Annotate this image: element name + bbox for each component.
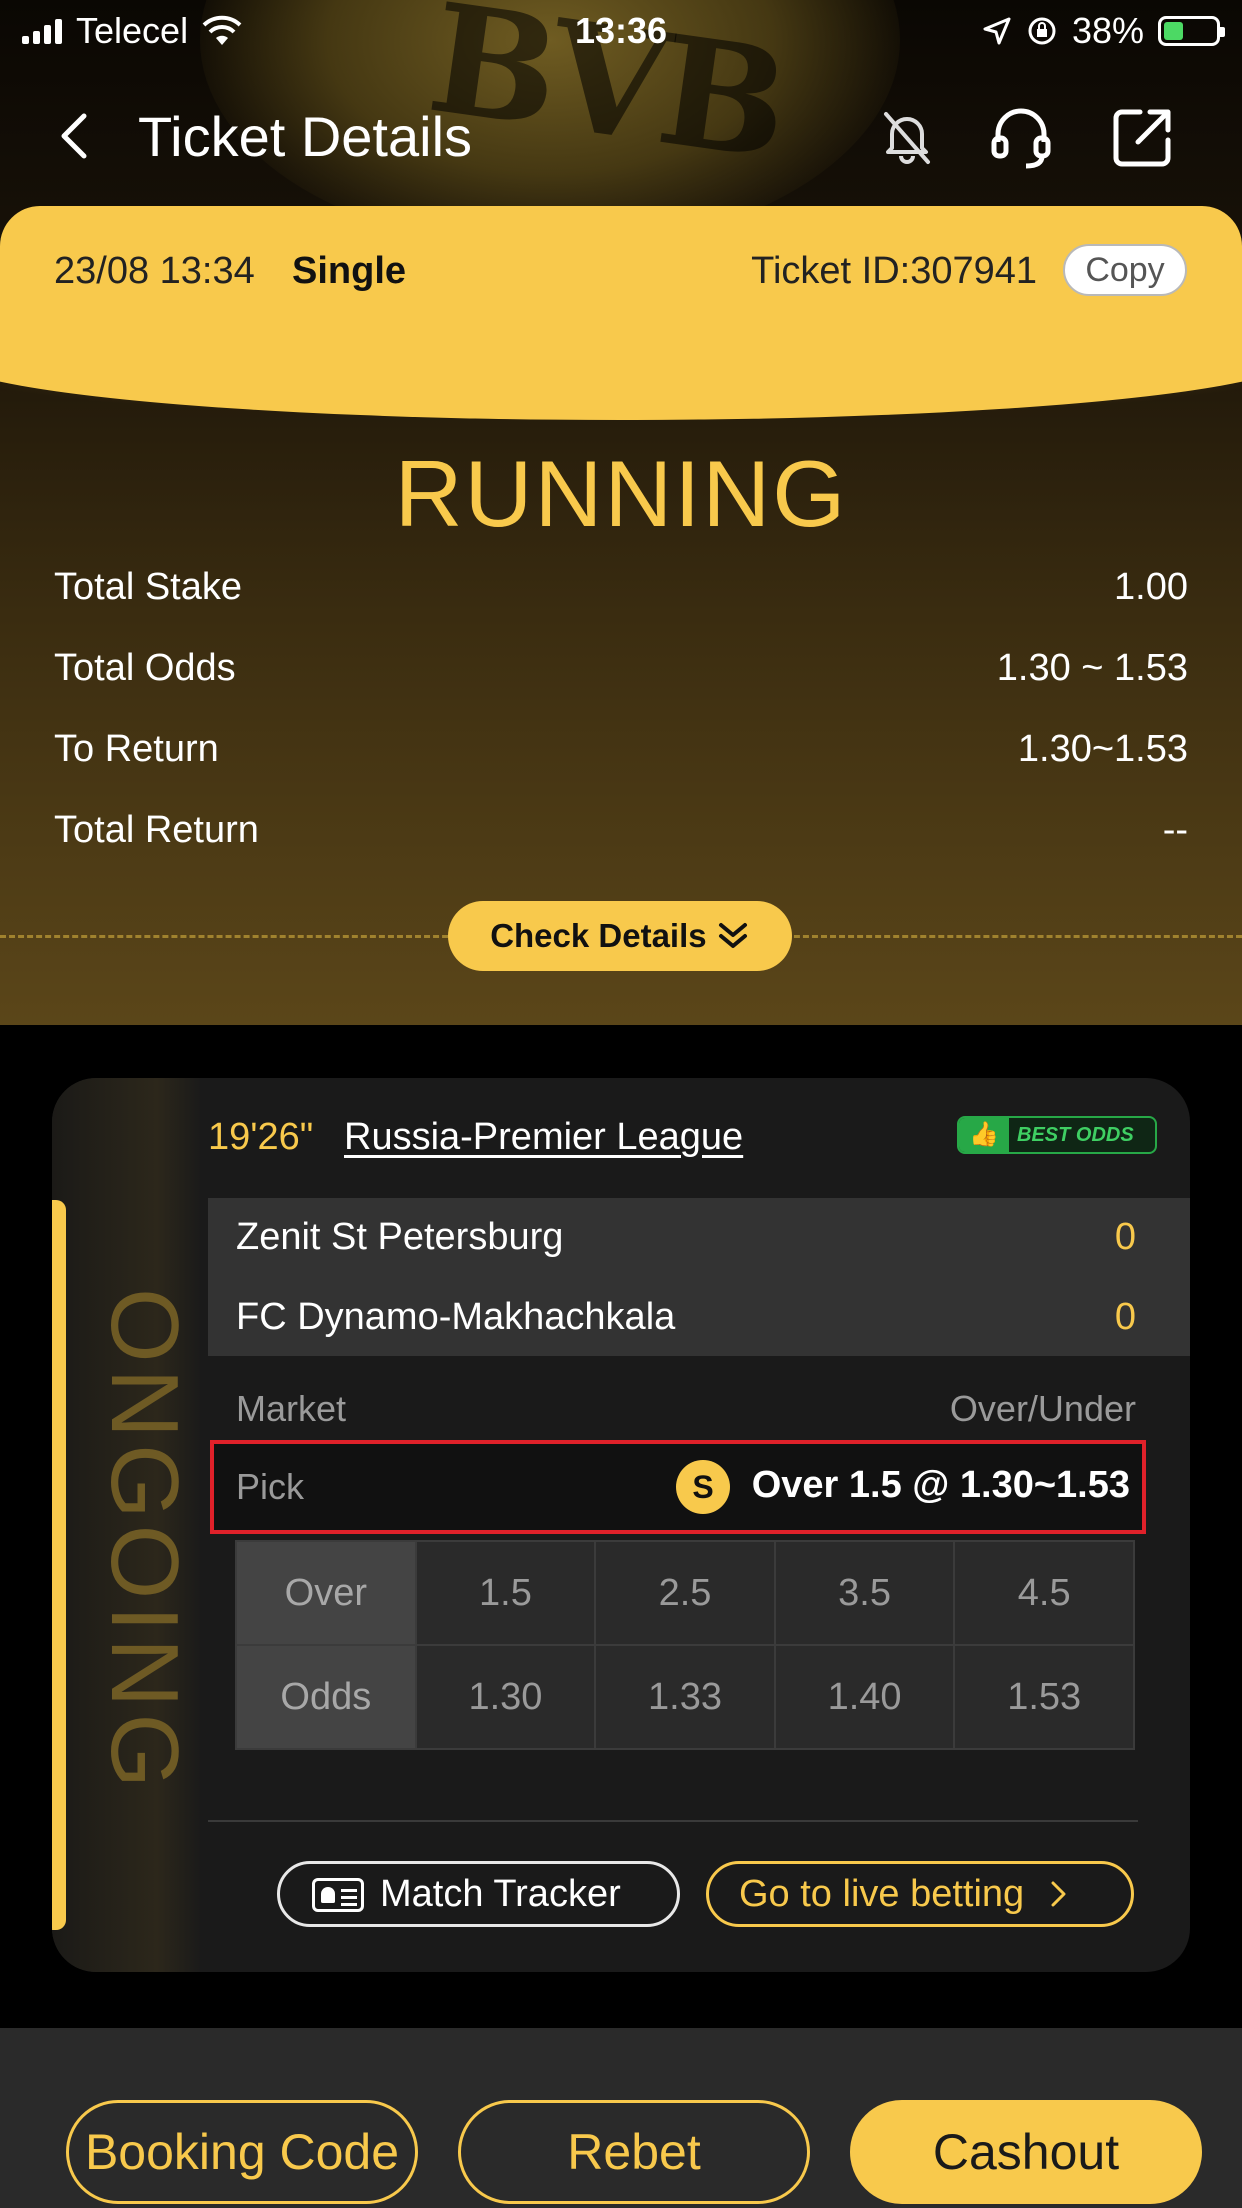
summary-row-total-odds: Total Odds 1.30 ~ 1.53 xyxy=(54,647,1188,707)
market-value: Over/Under xyxy=(949,1388,1136,1429)
location-icon xyxy=(983,17,1011,45)
check-details-button[interactable]: Check Details xyxy=(448,901,792,971)
status-right: 38% xyxy=(982,10,1225,52)
pick-label: Pick xyxy=(236,1466,305,1507)
rotation-lock-icon xyxy=(1028,17,1056,45)
table-cell: Over xyxy=(235,1540,417,1646)
team-name: Zenit St Petersburg xyxy=(236,1216,564,1258)
live-betting-button[interactable]: Go to live betting xyxy=(706,1861,1134,1927)
match-tracker-button[interactable]: Match Tracker xyxy=(277,1861,680,1927)
summary-row-to-return: To Return 1.30~1.53 xyxy=(54,728,1188,788)
teams-panel: Zenit St Petersburg 0 FC Dynamo-Makhachk… xyxy=(208,1198,1190,1356)
ticket-type: Single xyxy=(292,250,407,292)
battery-percent: 38% xyxy=(1071,10,1144,51)
match-tracker-label: Match Tracker xyxy=(380,1873,621,1915)
id-card-icon xyxy=(312,1878,364,1912)
check-details-label: Check Details xyxy=(490,917,707,954)
headset-icon[interactable] xyxy=(986,102,1056,172)
table-row: Over 1.5 2.5 3.5 4.5 xyxy=(235,1540,1135,1646)
pick-row: Pick S Over 1.5 @ 1.30~1.53 xyxy=(210,1440,1146,1534)
table-row: Odds 1.30 1.33 1.40 1.53 xyxy=(235,1644,1135,1750)
thumbs-up-icon: 👍 xyxy=(959,1118,1009,1152)
summary-label: Total Stake xyxy=(54,566,242,608)
summary-row-total-return: Total Return -- xyxy=(54,809,1188,869)
ticket-date: 23/08 13:34 xyxy=(54,250,255,292)
team-row-home: Zenit St Petersburg 0 xyxy=(236,1216,1136,1259)
bell-off-icon[interactable] xyxy=(872,102,942,172)
table-cell: 2.5 xyxy=(594,1540,776,1646)
battery-icon xyxy=(1158,16,1225,46)
team-score: 0 xyxy=(1114,1296,1136,1338)
summary-value: -- xyxy=(1162,809,1188,851)
ticket-id: Ticket ID:307941 xyxy=(751,250,1037,292)
booking-code-button[interactable]: Booking Code xyxy=(66,2100,418,2204)
market-label: Market xyxy=(236,1388,347,1429)
bottom-action-bar: Booking Code Rebet Cashout xyxy=(0,2028,1242,2208)
table-cell: 1.40 xyxy=(773,1644,956,1750)
summary-value: 1.30~1.53 xyxy=(1017,728,1188,770)
status-bar: Telecel 13:36 38% xyxy=(0,0,1242,62)
summary-value: 1.30 ~ 1.53 xyxy=(996,647,1188,689)
match-status-vertical: ONGOING xyxy=(91,1288,198,1795)
pick-value: Over 1.5 @ 1.30~1.53 xyxy=(751,1464,1130,1506)
nav-bar: Ticket Details xyxy=(0,90,1242,180)
team-name: FC Dynamo-Makhachkala xyxy=(236,1296,676,1338)
table-cell: 1.30 xyxy=(414,1644,597,1750)
rebet-button[interactable]: Rebet xyxy=(458,2100,810,2204)
summary-value: 1.00 xyxy=(1114,566,1188,608)
table-cell: 3.5 xyxy=(773,1540,956,1646)
share-icon[interactable] xyxy=(1108,102,1178,172)
table-cell: 1.5 xyxy=(414,1540,597,1646)
page-title: Ticket Details xyxy=(138,105,473,168)
match-clock: 19'26" xyxy=(208,1116,314,1158)
match-card: ONGOING 19'26" Russia-Premier League 👍 B… xyxy=(52,1078,1190,1972)
summary-row-total-stake: Total Stake 1.00 xyxy=(54,566,1188,626)
card-divider xyxy=(208,1820,1138,1822)
best-odds-badge: 👍 BEST ODDS xyxy=(957,1116,1157,1154)
live-betting-label: Go to live betting xyxy=(739,1873,1025,1915)
single-badge-icon: S xyxy=(676,1460,730,1514)
back-icon[interactable] xyxy=(50,108,100,164)
table-cell: 4.5 xyxy=(953,1540,1135,1646)
league-link[interactable]: Russia-Premier League xyxy=(344,1116,743,1159)
summary-label: Total Return xyxy=(54,809,259,851)
table-cell: 1.53 xyxy=(953,1644,1135,1750)
team-row-away: FC Dynamo-Makhachkala 0 xyxy=(236,1296,1136,1339)
double-chevron-down-icon xyxy=(718,923,747,948)
table-cell: 1.33 xyxy=(594,1644,776,1750)
ticket-status: RUNNING xyxy=(394,441,848,546)
team-score: 0 xyxy=(1114,1216,1136,1258)
ticket-details-screen: BVB Telecel 13:36 38% Ticket Details 23/… xyxy=(0,0,1242,2208)
chevron-right-icon xyxy=(1051,1881,1066,1907)
summary-label: Total Odds xyxy=(54,647,236,689)
status-strip-accent xyxy=(52,1200,66,1930)
copy-button[interactable]: Copy xyxy=(1063,244,1187,296)
summary-label: To Return xyxy=(54,728,219,770)
table-cell: Odds xyxy=(235,1644,417,1750)
best-odds-label: BEST ODDS xyxy=(1017,1124,1134,1146)
odds-table: Over 1.5 2.5 3.5 4.5 Odds 1.30 1.33 1.40… xyxy=(235,1540,1135,1750)
cashout-button[interactable]: Cashout xyxy=(850,2100,1202,2204)
